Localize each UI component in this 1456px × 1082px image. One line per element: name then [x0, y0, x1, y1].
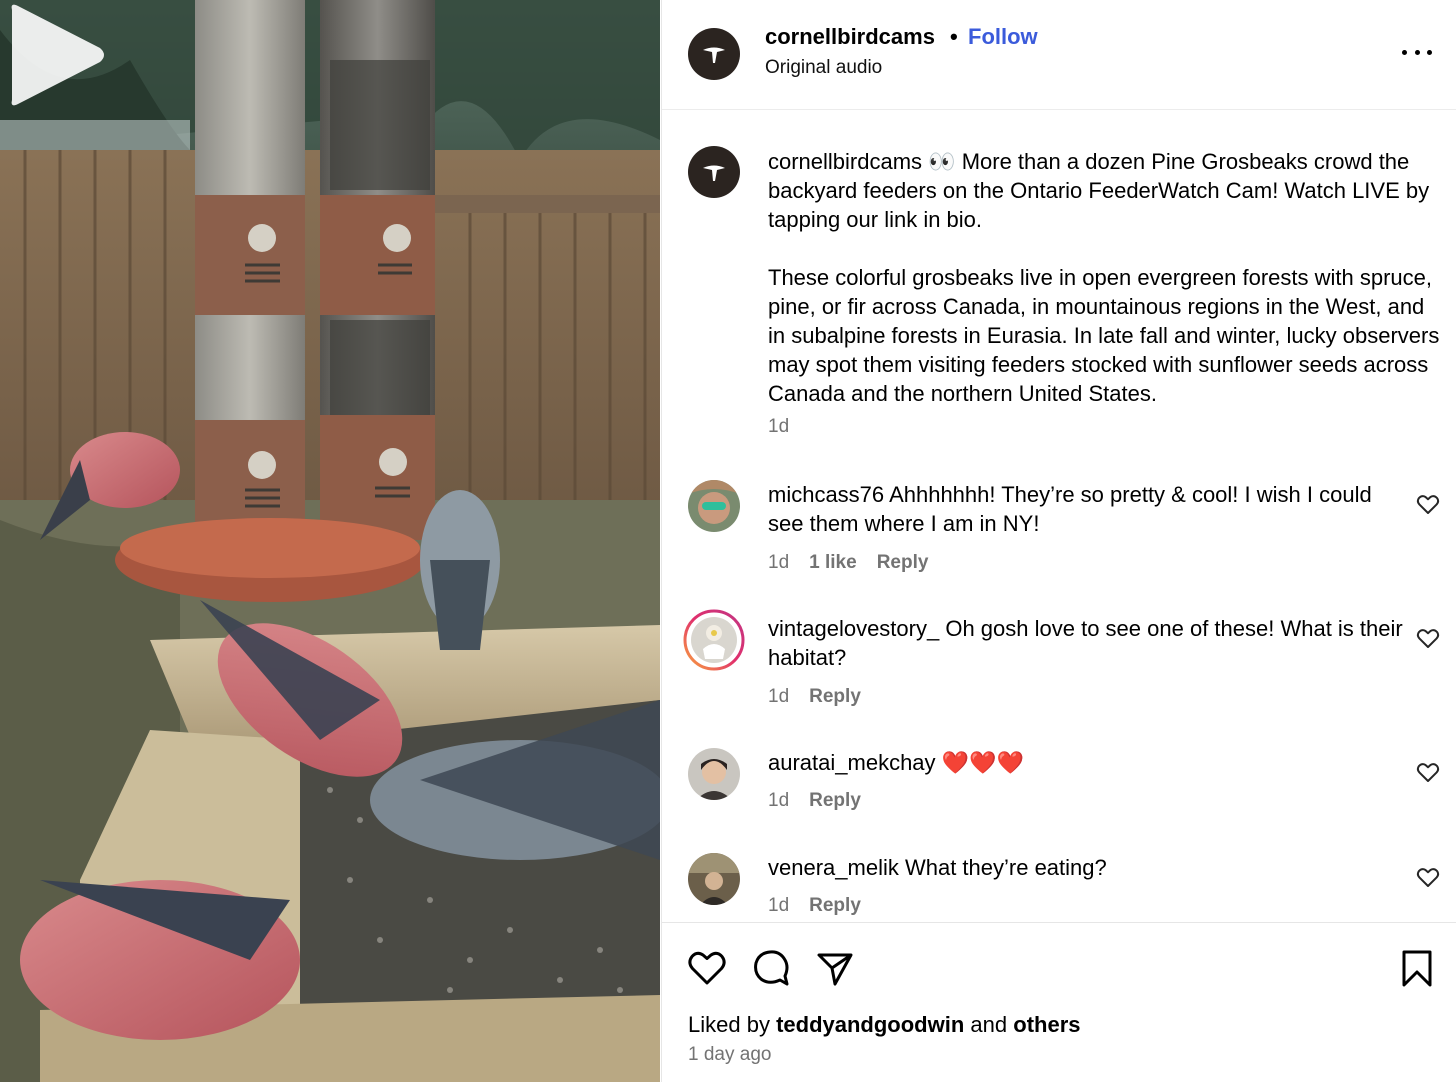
avatar-image [688, 853, 740, 905]
comment-text: ❤️❤️❤️ [941, 750, 1024, 775]
bookmark-icon[interactable] [1396, 947, 1438, 989]
liked-by-others[interactable]: others [1013, 1012, 1080, 1037]
author-username[interactable]: cornellbirdcams [765, 24, 935, 50]
commenter-avatar-story-ring[interactable] [683, 609, 745, 671]
bird-feeder-video-frame [0, 0, 660, 1082]
comment-meta: 1d Reply [768, 686, 861, 708]
liked-by-and: and [970, 1012, 1008, 1037]
avatar-image [688, 748, 740, 800]
comment-body: michcass76 Ahhhhhhh! They’re so pretty &… [768, 480, 1408, 538]
caption-paragraph-2: These colorful grosbeaks live in open ev… [768, 265, 1440, 406]
commenter-avatar[interactable] [688, 480, 740, 532]
post-timestamp[interactable]: 1 day ago [688, 1044, 771, 1066]
caption-author-avatar[interactable] [688, 146, 740, 198]
author-avatar[interactable] [688, 28, 740, 80]
comment-meta: 1d 1 like Reply [768, 552, 928, 574]
comment-heart-icon[interactable] [1416, 865, 1440, 889]
post-actions-footer: Liked by teddyandgoodwin and others 1 da… [662, 922, 1456, 1082]
comment-meta: 1d Reply [768, 895, 861, 917]
caption-username[interactable]: cornellbirdcams [768, 149, 922, 174]
comment-like-count[interactable]: 1 like [809, 552, 857, 574]
more-dot [1402, 49, 1407, 55]
comment-time[interactable]: 1d [768, 790, 789, 812]
instagram-post-window: cornellbirdcams • Follow Original audio … [0, 0, 1456, 1082]
comment-icon[interactable] [750, 947, 792, 989]
bird-logo-icon [703, 165, 725, 181]
bird-logo-icon [703, 47, 725, 63]
post-caption: cornellbirdcams 👀 More than a dozen Pine… [768, 147, 1440, 408]
comment-item: michcass76 Ahhhhhhh! They’re so pretty &… [662, 480, 1456, 600]
follow-button[interactable]: Follow [968, 24, 1038, 50]
liked-by-user[interactable]: teddyandgoodwin [776, 1012, 964, 1037]
comment-item: venera_melik What they’re eating? 1d Rep… [662, 853, 1456, 919]
comment-text: What they’re eating? [904, 855, 1107, 880]
comment-time[interactable]: 1d [768, 895, 789, 917]
separator-dot: • [950, 24, 958, 49]
comment-time[interactable]: 1d [768, 552, 789, 574]
story-ring-avatar [683, 609, 745, 671]
more-dot [1414, 49, 1420, 55]
commenter-avatar[interactable] [688, 853, 740, 905]
reply-button[interactable]: Reply [809, 686, 861, 708]
reply-button[interactable]: Reply [809, 790, 861, 812]
comment-heart-icon[interactable] [1416, 626, 1440, 650]
likes-summary: Liked by teddyandgoodwin and others [688, 1012, 1081, 1038]
comment-body: vintagelovestory_ Oh gosh love to see on… [768, 614, 1408, 672]
more-dot [1427, 49, 1432, 55]
video-player[interactable] [0, 0, 660, 1082]
caption-paragraph: cornellbirdcams 👀 More than a dozen Pine… [768, 147, 1440, 234]
comment-item: auratai_mekchay ❤️❤️❤️ 1d Reply [662, 748, 1456, 868]
more-options-icon[interactable] [1402, 42, 1432, 62]
liked-by-prefix: Liked by [688, 1012, 770, 1037]
play-icon[interactable] [0, 0, 110, 110]
caption-timestamp[interactable]: 1d [768, 416, 789, 438]
post-details-panel: cornellbirdcams • Follow Original audio … [661, 0, 1456, 1082]
post-header: cornellbirdcams • Follow Original audio [662, 0, 1456, 110]
comment-heart-icon[interactable] [1416, 492, 1440, 516]
comment-heart-icon[interactable] [1416, 760, 1440, 784]
reply-button[interactable]: Reply [809, 895, 861, 917]
comment-username[interactable]: auratai_mekchay [768, 750, 936, 775]
comment-username[interactable]: michcass76 [768, 482, 884, 507]
comment-item: vintagelovestory_ Oh gosh love to see on… [662, 609, 1456, 734]
heart-icon[interactable] [686, 947, 728, 989]
commenter-avatar[interactable] [688, 748, 740, 800]
comment-username[interactable]: vintagelovestory_ [768, 616, 939, 641]
comment-body: venera_melik What they’re eating? [768, 853, 1408, 882]
audio-label[interactable]: Original audio [765, 57, 882, 79]
comment-body: auratai_mekchay ❤️❤️❤️ [768, 748, 1408, 777]
avatar-image [688, 480, 740, 532]
comment-meta: 1d Reply [768, 790, 861, 812]
reply-button[interactable]: Reply [877, 552, 929, 574]
comment-username[interactable]: venera_melik [768, 855, 899, 880]
comment-time[interactable]: 1d [768, 686, 789, 708]
share-icon[interactable] [814, 947, 856, 989]
